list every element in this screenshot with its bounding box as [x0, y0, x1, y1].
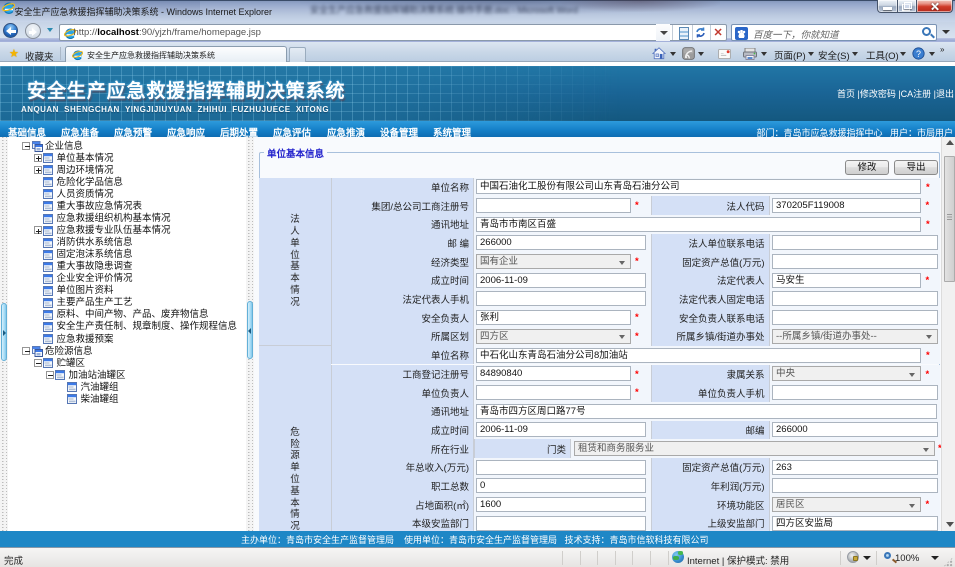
svg-text:?: ? [916, 49, 921, 59]
